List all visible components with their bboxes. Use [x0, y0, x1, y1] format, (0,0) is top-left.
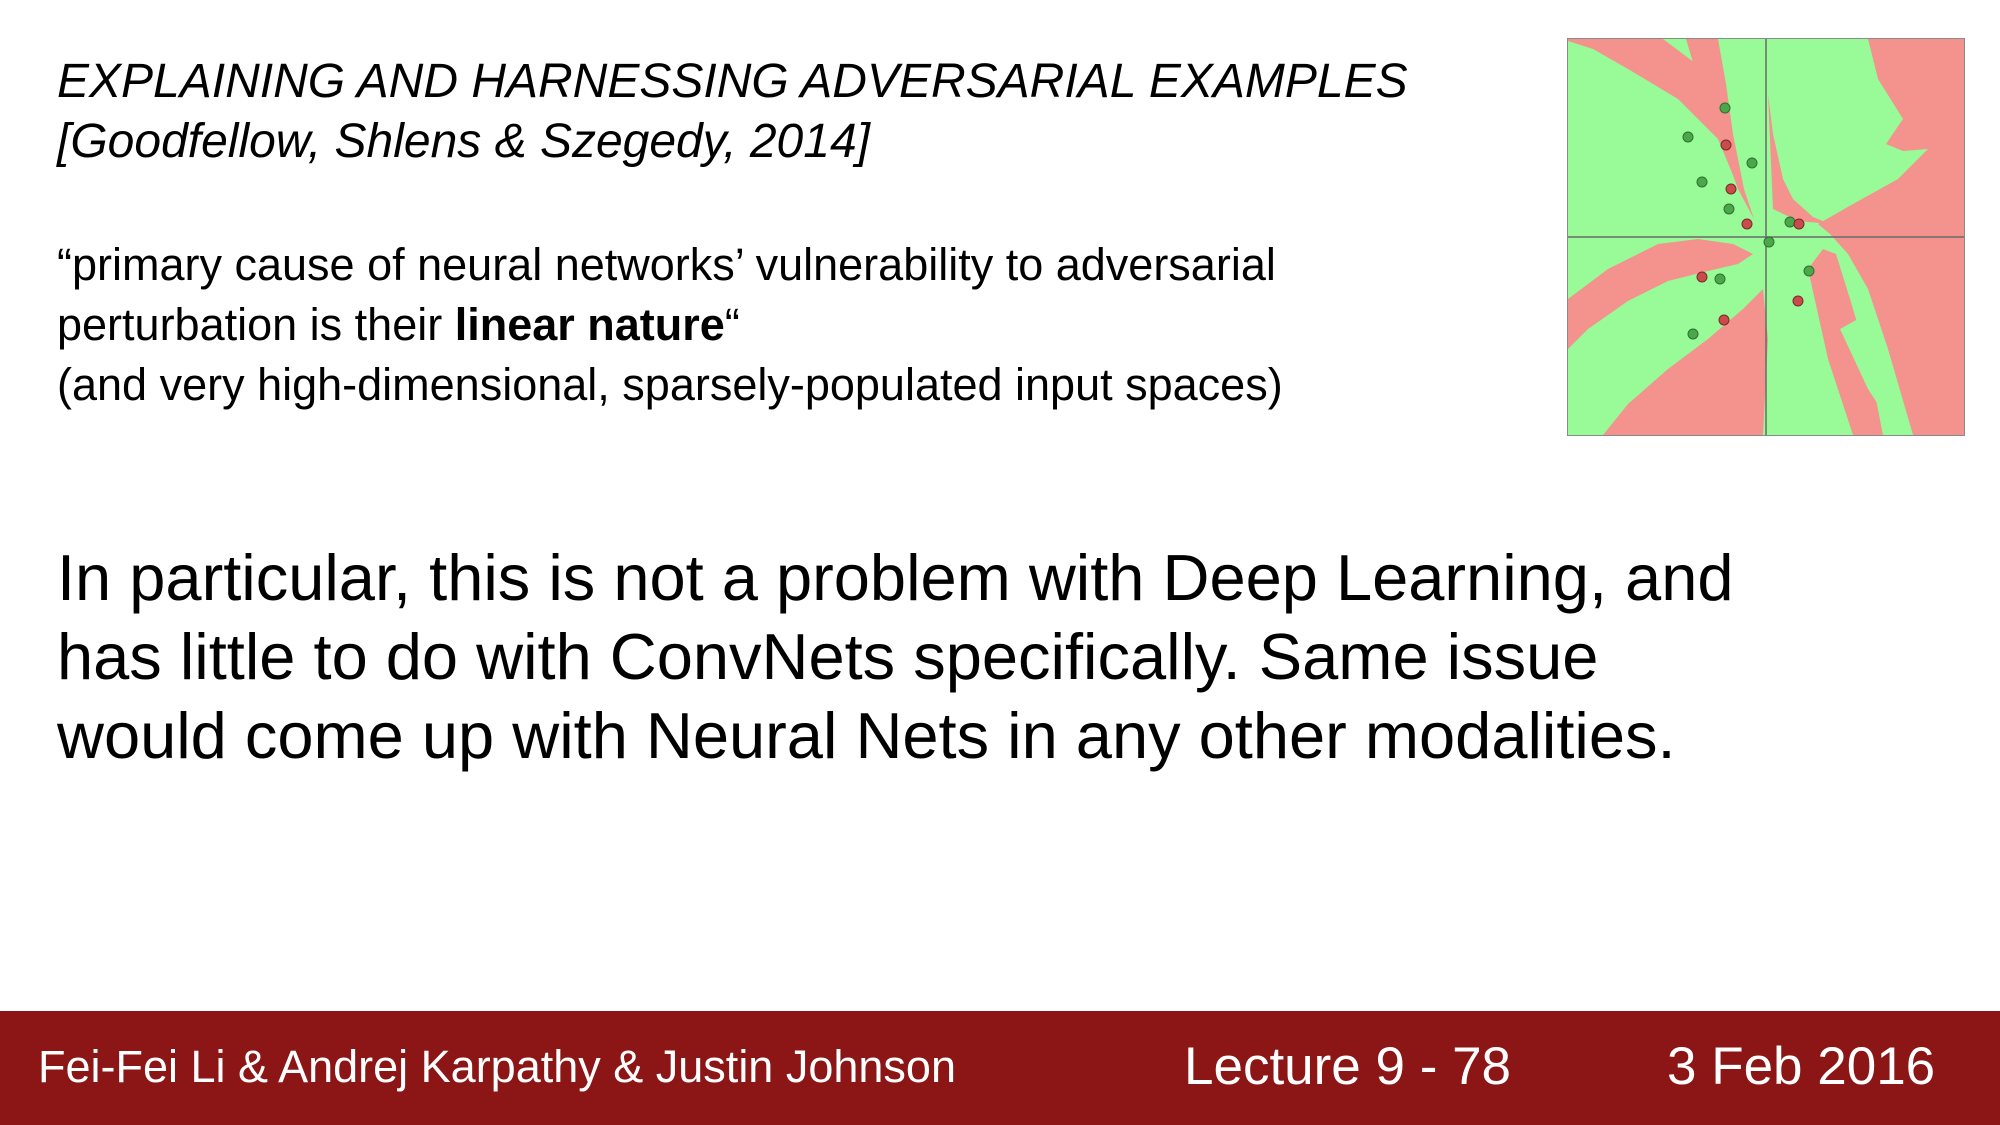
quote-line-2: perturbation is their linear nature“ — [57, 295, 1537, 355]
decision-boundary-plot — [1568, 39, 1964, 435]
green-data-point — [1714, 273, 1726, 285]
quote-emphasis: linear nature — [454, 299, 725, 350]
red-data-point — [1720, 139, 1732, 151]
footer-lecture-number: Lecture 9 - 78 — [1184, 1037, 1512, 1096]
footer-authors: Fei-Fei Li & Andrej Karpathy & Justin Jo… — [38, 1041, 956, 1092]
paper-quote: “primary cause of neural networks’ vulne… — [57, 235, 1537, 415]
statement-line-1: In particular, this is not a problem wit… — [57, 541, 1734, 614]
green-data-point — [1687, 328, 1699, 340]
green-data-point — [1763, 236, 1775, 248]
red-data-point — [1696, 271, 1708, 283]
statement-line-3: would come up with Neural Nets in any ot… — [57, 699, 1676, 772]
red-data-point — [1792, 295, 1804, 307]
footer-date: 3 Feb 2016 — [1667, 1037, 1936, 1096]
green-data-point — [1696, 176, 1708, 188]
green-data-point — [1746, 157, 1758, 169]
statement-line-2: has little to do with ConvNets specifica… — [57, 620, 1599, 693]
green-data-point — [1803, 265, 1815, 277]
decision-boundary-figure — [1567, 38, 1965, 436]
red-data-point — [1741, 218, 1753, 230]
red-data-point — [1725, 183, 1737, 195]
red-data-point — [1793, 218, 1805, 230]
quote-line-2-start: perturbation is their — [57, 299, 455, 350]
green-data-point — [1784, 216, 1796, 228]
paper-citation: EXPLAINING AND HARNESSING ADVERSARIAL EX… — [57, 52, 1537, 172]
green-data-point — [1682, 131, 1694, 143]
quote-close-mark: “ — [724, 299, 740, 350]
green-data-point — [1723, 203, 1735, 215]
quote-line-3: (and very high-dimensional, sparsely-pop… — [57, 359, 1283, 410]
red-data-point — [1718, 314, 1730, 326]
paper-authors: [Goodfellow, Shlens & Szegedy, 2014] — [57, 115, 870, 168]
slide-footer: Fei-Fei Li & Andrej Karpathy & Justin Jo… — [0, 1011, 2000, 1125]
green-data-point — [1719, 102, 1731, 114]
paper-title: EXPLAINING AND HARNESSING ADVERSARIAL EX… — [57, 55, 1408, 108]
main-statement: In particular, this is not a problem wit… — [57, 538, 1757, 775]
quote-line-1: “primary cause of neural networks’ vulne… — [57, 239, 1276, 290]
